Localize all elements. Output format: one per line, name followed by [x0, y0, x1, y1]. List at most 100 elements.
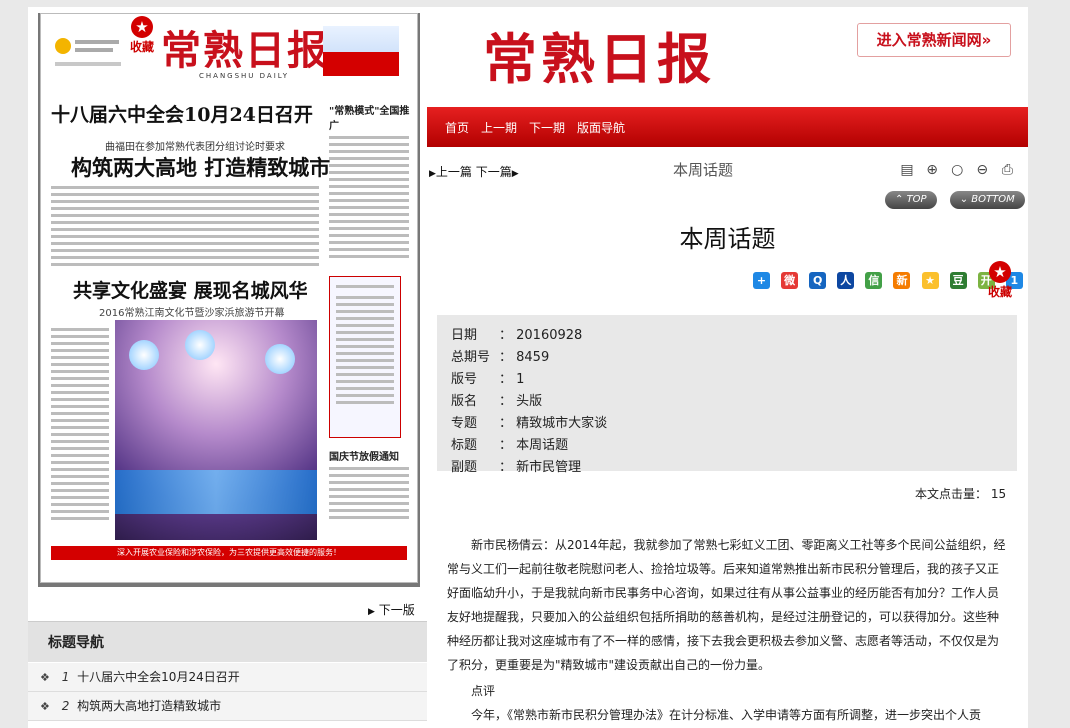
weather-box	[55, 32, 125, 78]
menu-item-home[interactable]: 首页	[445, 119, 469, 136]
sun-icon	[55, 38, 71, 54]
top-button[interactable]: ⌃ TOP	[885, 191, 937, 209]
meta-row-issue: 总期号： 8459	[437, 347, 1017, 369]
share-douban-icon[interactable]: 豆	[949, 272, 967, 289]
star-icon: ★	[989, 261, 1011, 283]
newspaper-text-block	[51, 182, 319, 274]
nav-item-title: 构筑两大高地打造精致城市	[77, 699, 222, 713]
click-count-value: 15	[990, 487, 1007, 501]
meta-row-title: 标题： 本周话题	[437, 435, 1017, 457]
newspaper-masthead: 常熟日报 CHANGSHU DAILY	[41, 14, 417, 104]
next-page-link[interactable]: ▶ 下一版	[368, 601, 415, 618]
list-item[interactable]: ❖ 1 十八届六中全会10月24日召开	[28, 663, 427, 692]
article-paragraph: 今年，《常熟市新市民积分管理办法》在计分标准、入学申请等方面有所调整，进一步突出…	[471, 708, 982, 722]
section-title: 本周话题	[673, 161, 734, 179]
article-paragraph: 新市民杨倩云：从2014年起，我就参加了常熟七彩虹义工团、零距离义工社等多个民间…	[447, 538, 1006, 672]
page: 常熟日报 CHANGSHU DAILY 十八届六中全会10月24日召开 "常熟模…	[28, 7, 1028, 728]
meta-row-date: 日期： 20160928	[437, 325, 1017, 347]
left-column: 常熟日报 CHANGSHU DAILY 十八届六中全会10月24日召开 "常熟模…	[28, 7, 427, 728]
triangle-right-icon: ▶	[429, 169, 436, 179]
bottom-label: BOTTOM	[971, 194, 1015, 205]
star-icon: ★	[131, 16, 153, 38]
menu-item-prev-issue[interactable]: 上一期	[481, 119, 517, 136]
share-renren-icon[interactable]: 人	[837, 272, 855, 289]
chevron-up-icon: ⌃	[895, 194, 904, 205]
prev-article-link[interactable]: 上一篇	[436, 165, 472, 179]
nav-item-number: 1	[61, 670, 70, 684]
menu-item-page-nav[interactable]: 版面导航	[577, 119, 625, 136]
next-page-label: 下一版	[378, 603, 415, 617]
newspaper-subline: 曲福田在参加常熟代表团分组讨论时要求	[105, 142, 285, 153]
triangle-right-icon: ▶	[511, 169, 519, 179]
meta-key: 版号	[451, 372, 478, 387]
meta-key: 日期	[451, 328, 478, 343]
zoom-in-icon[interactable]: ⊕	[924, 162, 940, 178]
next-article-link[interactable]: 下一篇	[476, 165, 512, 179]
bottom-button[interactable]: ⌄ BOTTOM	[949, 191, 1025, 209]
site-logo[interactable]: 常熟日报	[483, 15, 715, 94]
notice-box: 国庆节放假通知	[329, 448, 409, 534]
favorite-button[interactable]: ★ 收藏	[127, 16, 157, 60]
share-qzone-icon[interactable]: Q	[809, 272, 827, 289]
meta-key: 标题	[451, 438, 478, 453]
share-sina-icon[interactable]: 新	[893, 272, 911, 289]
notice-title: 国庆节放假通知	[329, 452, 399, 463]
share-weibo-icon[interactable]: 微	[781, 272, 799, 289]
print-icon[interactable]: ⎙	[999, 162, 1015, 178]
article-body: 新市民杨倩云：从2014年起，我就参加了常熟七彩虹义工团、零距离义工社等多个民间…	[447, 533, 1007, 727]
share-star-icon[interactable]: ★	[921, 272, 939, 289]
meta-value: 精致城市大家谈	[516, 416, 608, 431]
meta-key: 副题	[451, 460, 478, 475]
meta-row-subtitle: 副题： 新市民管理	[437, 457, 1017, 479]
article-meta: 日期： 20160928 总期号： 8459 版号： 1 版名： 头版 专题： …	[437, 315, 1017, 475]
newspaper-footer-ad: 深入开展农业保险和涉农保险，为三农提供更高效便捷的服务！	[51, 546, 407, 560]
meta-key: 总期号	[451, 350, 491, 365]
right-column: 常熟日报 进入常熟新闻网» 首页 上一期 下一期 版面导航 ▶上一篇 下一篇▶ …	[427, 7, 1028, 728]
newspaper-headline: 十八届六中全会10月24日召开	[51, 104, 313, 126]
newspaper-text-block	[329, 114, 409, 274]
newspaper-page-thumbnail[interactable]: 常熟日报 CHANGSHU DAILY 十八届六中全会10月24日召开 "常熟模…	[40, 13, 418, 583]
weather-line	[75, 48, 113, 52]
article-tools: ▤ ⊕ ○ ⊖ ⎙	[899, 159, 1019, 179]
meta-value: 本周话题	[516, 438, 569, 453]
favorite-button[interactable]: ★ 收藏	[985, 261, 1015, 299]
scroll-buttons: ⌃ TOP ⌄ BOTTOM	[885, 187, 1028, 211]
main-menu-bar: 首页 上一期 下一期 版面导航	[427, 107, 1028, 147]
masthead-ad-band	[323, 52, 399, 76]
enter-news-site-button[interactable]: 进入常熟新闻网»	[857, 23, 1011, 57]
newspaper-photo	[115, 320, 317, 540]
title-nav-header: 标题导航	[28, 621, 427, 662]
meta-value: 20160928	[516, 328, 583, 343]
click-count-label: 本文点击量：	[915, 487, 988, 501]
zoom-out-icon[interactable]: ⊖	[974, 162, 990, 178]
list-item[interactable]: ❖ 2 构筑两大高地打造精致城市	[28, 692, 427, 721]
meta-row-page-no: 版号： 1	[437, 369, 1017, 391]
diamond-bullet-icon: ❖	[40, 700, 50, 713]
newspaper-headline-2: 构筑两大高地 打造精致城市	[71, 155, 331, 180]
share-wechat-icon[interactable]: 信	[865, 272, 883, 289]
weather-line	[75, 40, 119, 44]
meta-value: 8459	[516, 350, 550, 365]
weather-line	[55, 62, 121, 66]
newspaper-masthead-title: 常熟日报	[161, 27, 329, 74]
meta-row-page-name: 版名： 头版	[437, 391, 1017, 413]
share-more-icon[interactable]: +	[753, 272, 770, 289]
comment-label: 点评	[471, 684, 496, 698]
menu-item-next-issue[interactable]: 下一期	[529, 119, 565, 136]
nav-item-title: 十八届六中全会10月24日召开	[77, 670, 240, 684]
diamond-bullet-icon: ❖	[40, 671, 50, 684]
click-count: 本文点击量： 15	[915, 485, 1006, 502]
meta-key: 版名	[451, 394, 478, 409]
newspaper-masthead-en: CHANGSHU DAILY	[199, 72, 290, 80]
newspaper-subline-3: 2016常熟江南文化节暨沙家浜旅游节开幕	[99, 308, 285, 319]
newspaper-text-block	[51, 324, 109, 532]
article-prev-next: ▶上一篇 下一篇▶	[429, 163, 519, 180]
notepad-icon[interactable]: ▤	[899, 162, 915, 178]
top-label: TOP	[906, 194, 927, 205]
article-title: 本周话题	[679, 225, 776, 253]
zoom-reset-icon[interactable]: ○	[949, 162, 965, 178]
highlighted-article-box[interactable]	[329, 276, 401, 438]
triangle-right-icon: ▶	[368, 607, 375, 617]
meta-row-topic: 专题： 精致城市大家谈	[437, 413, 1017, 435]
newspaper-headline-3: 共享文化盛宴 展现名城风华	[73, 280, 308, 302]
